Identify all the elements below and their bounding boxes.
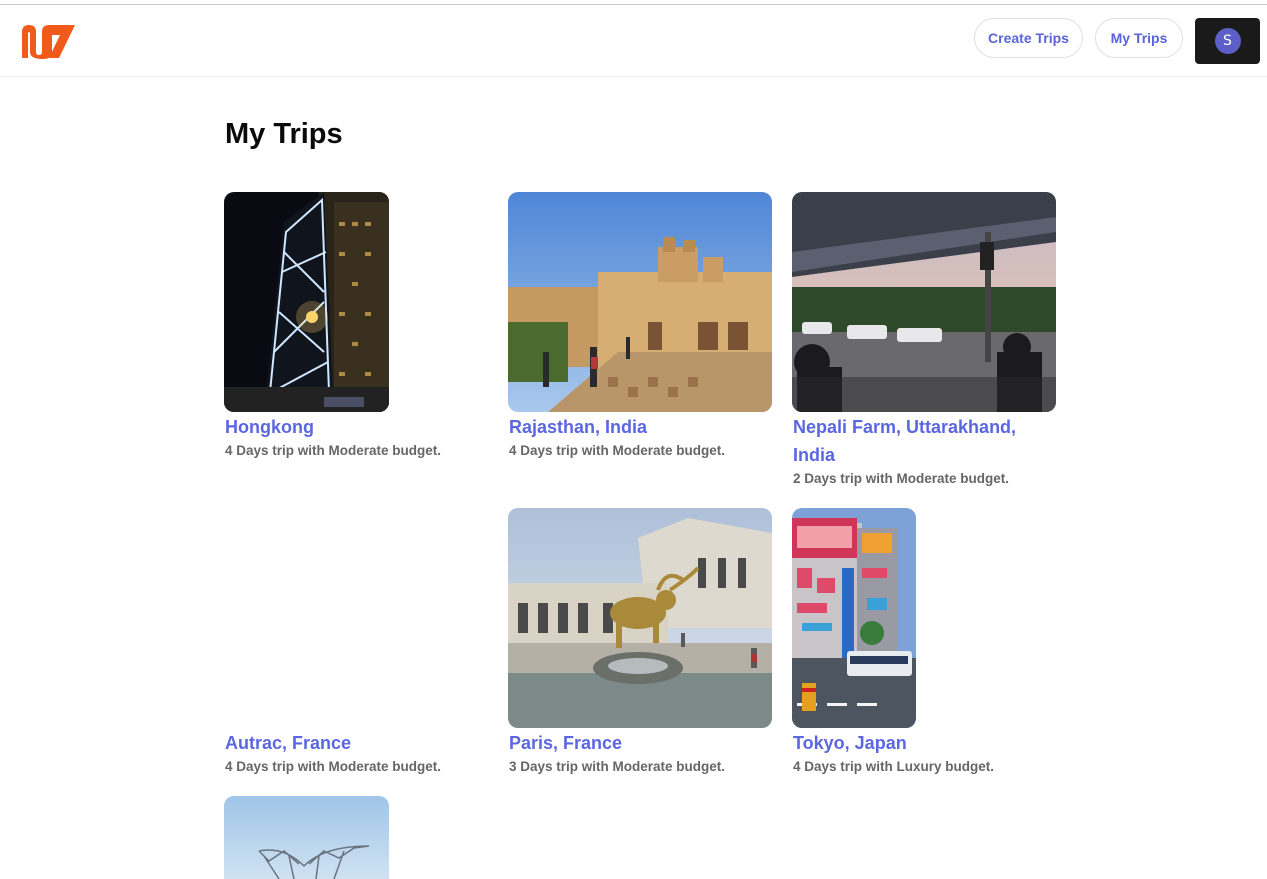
trip-card-nepali-farm[interactable]: Nepali Farm, Uttarakhand, India 2 Days t… xyxy=(792,192,1056,492)
brand-logo-icon[interactable] xyxy=(19,22,79,60)
trip-card-tokyo[interactable]: Tokyo, Japan 4 Days trip with Luxury bud… xyxy=(792,508,1056,778)
trip-card-paris[interactable]: Paris, France 3 Days trip with Moderate … xyxy=(508,508,772,778)
trip-title[interactable]: Paris, France xyxy=(509,729,622,757)
trip-title[interactable]: Rajasthan, India xyxy=(509,413,647,441)
trip-detail: 2 Days trip with Moderate budget. xyxy=(793,471,1010,486)
trip-title[interactable]: Tokyo, Japan xyxy=(793,729,907,757)
trip-image xyxy=(224,192,389,412)
trip-image xyxy=(224,796,389,879)
trip-image xyxy=(224,508,389,728)
trip-detail: 4 Days trip with Moderate budget. xyxy=(225,443,442,458)
trip-card-hongkong[interactable]: Hongkong 4 Days trip with Moderate budge… xyxy=(224,192,484,462)
avatar: S xyxy=(1214,28,1241,54)
trip-detail: 4 Days trip with Luxury budget. xyxy=(793,759,995,774)
trip-title[interactable]: Hongkong xyxy=(225,413,314,441)
user-menu-button[interactable]: S xyxy=(1195,18,1260,64)
trip-title-line2[interactable]: India xyxy=(793,441,835,469)
app-header: Create Trips My Trips S xyxy=(0,5,1267,77)
create-trips-button[interactable]: Create Trips xyxy=(974,18,1083,58)
page-title: My Trips xyxy=(225,118,343,150)
trip-image xyxy=(508,508,772,728)
my-trips-button[interactable]: My Trips xyxy=(1095,18,1183,58)
trip-title[interactable]: Nepali Farm, Uttarakhand, xyxy=(793,413,1016,441)
trip-title[interactable]: Autrac, France xyxy=(225,729,351,757)
trip-image xyxy=(792,192,1056,412)
trip-image xyxy=(508,192,772,412)
trip-card-partial[interactable] xyxy=(224,796,389,879)
trip-image xyxy=(792,508,916,728)
trip-detail: 4 Days trip with Moderate budget. xyxy=(225,759,442,774)
trip-detail: 4 Days trip with Moderate budget. xyxy=(509,443,726,458)
trip-card-rajasthan[interactable]: Rajasthan, India 4 Days trip with Modera… xyxy=(508,192,772,462)
trip-card-autrac[interactable]: Autrac, France 4 Days trip with Moderate… xyxy=(224,508,484,778)
trip-detail: 3 Days trip with Moderate budget. xyxy=(509,759,726,774)
